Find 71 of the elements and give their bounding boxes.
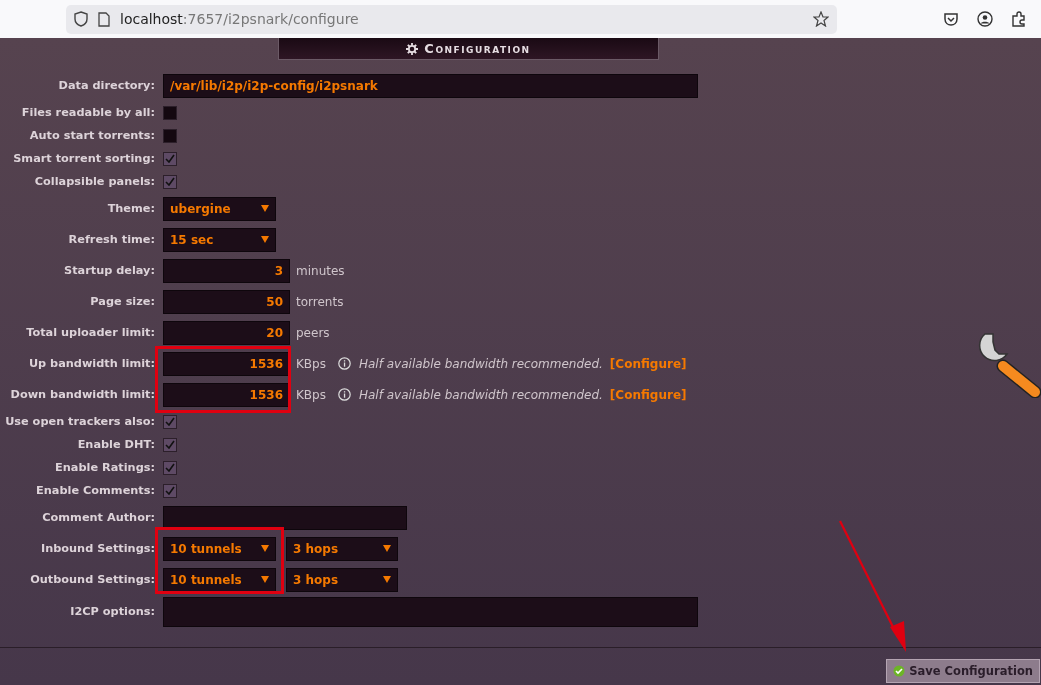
url-text: localhost:7657/i2psnark/configure — [120, 11, 360, 27]
field-label: Up bandwidth limit: — [27, 357, 155, 370]
dropdown[interactable]: ubergine — [163, 196, 276, 221]
shield-icon — [74, 11, 88, 27]
configure-link[interactable]: [Configure] — [609, 387, 687, 402]
save-button[interactable]: Save Configuration — [886, 659, 1040, 683]
address-bar[interactable]: localhost:7657/i2psnark/configure — [66, 4, 837, 34]
field-label: Comment Author: — [41, 511, 155, 524]
checkbox[interactable] — [163, 483, 177, 498]
dropdown[interactable]: 3 hops — [286, 536, 398, 561]
field-label: Page size: — [89, 295, 155, 308]
checkbox[interactable] — [163, 174, 177, 189]
number-field[interactable]: 20 — [163, 320, 290, 345]
field-label: Outbound Settings: — [29, 573, 155, 586]
field-label: Enable Comments: — [35, 484, 155, 497]
field-label: Theme: — [106, 202, 155, 215]
field-label: I2CP options: — [69, 605, 155, 618]
caret-icon — [383, 576, 391, 583]
checkbox[interactable] — [163, 460, 177, 475]
input-field[interactable]: /var/lib/i2p/i2p-config/i2psnark — [163, 73, 698, 98]
checkbox[interactable] — [163, 128, 177, 143]
checkbox[interactable] — [163, 105, 177, 120]
checkmark-icon — [893, 665, 906, 677]
number-field[interactable]: 3 — [163, 258, 290, 283]
info-icon — [338, 388, 351, 401]
unit-label: torrents — [296, 294, 344, 309]
number-field[interactable]: 1536 — [163, 351, 290, 376]
checkbox[interactable] — [163, 151, 177, 166]
field-label: Refresh time: — [67, 233, 155, 246]
pocket-icon[interactable] — [943, 11, 959, 27]
extensions-icon[interactable] — [1011, 11, 1027, 27]
dropdown[interactable]: 10 tunnels — [163, 536, 276, 561]
page-icon — [98, 11, 110, 27]
caret-icon — [261, 205, 269, 212]
field-label: Inbound Settings: — [39, 542, 155, 555]
field-label: Files readable by all: — [20, 106, 155, 119]
star-icon[interactable] — [813, 11, 829, 27]
section-title: Configuration — [424, 41, 531, 56]
input-field[interactable] — [163, 505, 407, 530]
field-label: Down bandwidth limit: — [9, 388, 155, 401]
checkbox[interactable] — [163, 437, 177, 452]
dropdown[interactable]: 10 tunnels — [163, 567, 276, 592]
configure-link[interactable]: [Configure] — [609, 356, 687, 371]
field-label: Data directory: — [57, 79, 155, 92]
caret-icon — [261, 576, 269, 583]
caret-icon — [383, 545, 391, 552]
gear-icon — [406, 42, 419, 55]
field-label: Enable DHT: — [76, 438, 155, 451]
dropdown[interactable]: 3 hops — [286, 567, 398, 592]
hint-text: Half available bandwidth recommended. — [359, 356, 603, 371]
account-icon[interactable] — [977, 11, 993, 27]
dropdown[interactable]: 15 sec — [163, 227, 276, 252]
field-label: Smart torrent sorting: — [12, 152, 155, 165]
unit-label: peers — [296, 325, 330, 340]
number-field[interactable]: 1536 — [163, 382, 290, 407]
field-label: Auto start torrents: — [28, 129, 155, 142]
number-field[interactable]: 50 — [163, 289, 290, 314]
caret-icon — [261, 545, 269, 552]
checkbox[interactable] — [163, 414, 177, 429]
field-label: Collapsible panels: — [33, 175, 155, 188]
caret-icon — [261, 236, 269, 243]
unit-label: minutes — [296, 263, 345, 278]
field-label: Startup delay: — [63, 264, 155, 277]
unit-label: KBps — [296, 387, 326, 402]
field-label: Enable Ratings: — [54, 461, 155, 474]
unit-label: KBps — [296, 356, 326, 371]
text-area[interactable] — [163, 596, 698, 627]
info-icon — [338, 357, 351, 370]
field-label: Use open trackers also: — [4, 415, 155, 428]
hint-text: Half available bandwidth recommended. — [359, 387, 603, 402]
field-label: Total uploader limit: — [25, 326, 155, 339]
